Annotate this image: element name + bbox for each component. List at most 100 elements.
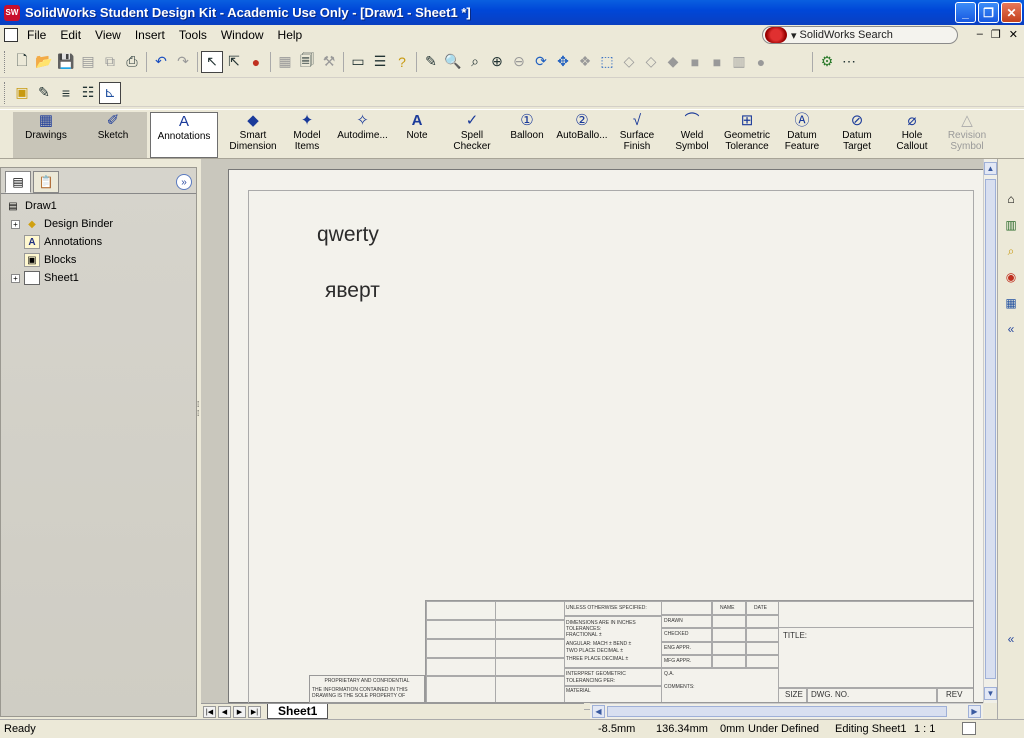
menu-tools[interactable]: Tools [172, 28, 214, 42]
edit-sheet-icon[interactable]: ⊾ [99, 81, 121, 104]
horizontal-scroll-thumb[interactable] [607, 706, 947, 717]
projected-view-icon[interactable]: ✎ [33, 82, 55, 104]
zoom-to-fit-icon[interactable]: 🔍 [442, 51, 464, 73]
realview-icon[interactable]: ● [750, 51, 772, 73]
first-sheet-icon[interactable]: |◀ [203, 705, 216, 718]
doc-close-button[interactable]: ✕ [1009, 28, 1018, 41]
tree-item-blocks[interactable]: ▣ Blocks [5, 251, 196, 269]
feature-manager-tab[interactable]: ▤ [5, 171, 31, 193]
expand-icon[interactable]: + [11, 219, 20, 229]
menu-view[interactable]: View [88, 28, 128, 42]
zoom-selection-icon[interactable]: ⊖ [508, 51, 530, 73]
search-dropdown-icon[interactable]: ▾ [791, 29, 797, 42]
view-orientation-icon[interactable]: ❖ [574, 51, 596, 73]
hole-callout-button[interactable]: ⌀ Hole Callout [892, 112, 932, 158]
hidden-removed-icon[interactable]: ◆ [662, 51, 684, 73]
expand-pane-icon[interactable]: « [1001, 629, 1021, 649]
collapse-pane-icon[interactable]: « [1001, 319, 1021, 339]
scroll-left-icon[interactable]: ◀ [592, 705, 605, 718]
tree-item-sheet1[interactable]: + Sheet1 [5, 269, 196, 287]
line-style-icon[interactable]: ☷ [77, 82, 99, 104]
datum-feature-button[interactable]: Ⓐ Datum Feature [782, 112, 822, 158]
toolbar-more-icon[interactable]: ⋯ [838, 51, 860, 73]
document-icon[interactable] [4, 28, 18, 42]
status-tooltip-icon[interactable] [962, 722, 976, 735]
open-folder-icon[interactable]: 📂 [33, 51, 55, 73]
auto-balloon-button[interactable]: ② AutoBallo... [553, 112, 611, 158]
surface-finish-button[interactable]: √ Surface Finish [617, 112, 657, 158]
line-thickness-icon[interactable]: ≡ [55, 82, 77, 104]
design-library-icon[interactable]: ▥ [1001, 215, 1021, 235]
tab-sketch[interactable]: ✐ Sketch [79, 112, 147, 158]
balloon-button[interactable]: ① Balloon [505, 112, 549, 158]
add-ins-icon[interactable]: ⚙ [816, 51, 838, 73]
scroll-right-icon[interactable]: ▶ [968, 705, 981, 718]
save-icon[interactable]: 💾 [55, 51, 77, 73]
grid-icon[interactable]: ▦ [274, 51, 296, 73]
help-icon[interactable]: ? [391, 51, 413, 73]
minimize-button[interactable]: _ [955, 2, 976, 23]
expand-panel-icon[interactable]: » [176, 174, 192, 190]
view-palette-icon[interactable]: ▭ [347, 51, 369, 73]
note-qwerty[interactable]: qwerty [317, 223, 379, 247]
menu-insert[interactable]: Insert [128, 28, 172, 42]
tab-sheet1[interactable]: Sheet1 [267, 704, 329, 719]
autodimension-button[interactable]: ✧ Autodime... [335, 112, 390, 158]
horizontal-scrollbar[interactable]: ◀ ▶ [590, 703, 983, 719]
doc-restore-button[interactable]: ❐ [991, 28, 1001, 41]
make-assembly-icon[interactable]: ⧉ [99, 51, 121, 73]
last-sheet-icon[interactable]: ▶| [248, 705, 261, 718]
note-cyrillic[interactable]: яверт [325, 279, 380, 303]
zoom-in-out-icon[interactable]: ⊕ [486, 51, 508, 73]
tree-item-design-binder[interactable]: + ◆ Design Binder [5, 215, 196, 233]
model-items-button[interactable]: ✦ Model Items [283, 112, 331, 158]
doc-minimize-button[interactable]: – [977, 28, 983, 41]
solidworks-search[interactable]: ▾ SolidWorks Search [762, 26, 958, 44]
menu-file[interactable]: File [20, 28, 53, 42]
property-manager-tab[interactable]: 📋 [33, 171, 59, 193]
tree-item-annotations[interactable]: A Annotations [5, 233, 196, 251]
search-results-icon[interactable]: ◉ [1001, 267, 1021, 287]
pan-icon[interactable]: ✥ [552, 51, 574, 73]
menu-window[interactable]: Window [214, 28, 271, 42]
note-button[interactable]: A Note [397, 112, 437, 158]
next-sheet-icon[interactable]: ▶ [233, 705, 246, 718]
scroll-up-icon[interactable]: ▲ [984, 162, 997, 175]
print-icon[interactable]: ⎙ [121, 51, 143, 73]
vertical-scrollbar[interactable]: ▲ ▼ [983, 159, 997, 703]
properties-icon[interactable]: ☰ [369, 51, 391, 73]
redo-icon[interactable]: ↷ [172, 51, 194, 73]
vertical-scroll-thumb[interactable] [985, 179, 996, 679]
restore-button[interactable]: ❐ [978, 2, 999, 23]
prev-sheet-icon[interactable]: ◀ [218, 705, 231, 718]
home-icon[interactable]: ⌂ [1001, 189, 1021, 209]
menu-help[interactable]: Help [271, 28, 310, 42]
view-palette-pane-icon[interactable]: ▦ [1001, 293, 1021, 313]
hidden-lines-icon[interactable]: ◇ [640, 51, 662, 73]
datum-target-button[interactable]: ⊘ Datum Target [836, 112, 878, 158]
zoom-area-icon[interactable]: ⌕ [464, 51, 486, 73]
display-style-icon[interactable]: ⬚ [596, 51, 618, 73]
layer-icon[interactable]: 🗐 [296, 51, 318, 73]
tab-drawings[interactable]: ▦ Drawings [13, 112, 79, 158]
shadows-icon[interactable]: ▥ [728, 51, 750, 73]
menu-edit[interactable]: Edit [53, 28, 88, 42]
select-filter-icon[interactable]: ⇱ [223, 51, 245, 73]
rebuild-icon[interactable]: ● [245, 51, 267, 73]
options-icon[interactable]: ✎ [420, 51, 442, 73]
undo-icon[interactable]: ↶ [150, 51, 172, 73]
revision-symbol-button[interactable]: △ Revision Symbol [945, 112, 989, 158]
tab-annotations[interactable]: A Annotations [150, 112, 218, 158]
select-icon[interactable]: ↖ [201, 50, 223, 73]
close-button[interactable]: ✕ [1001, 2, 1022, 23]
spell-checker-button[interactable]: ✓ Spell Checker [448, 112, 496, 158]
scroll-down-icon[interactable]: ▼ [984, 687, 997, 700]
file-explorer-icon[interactable]: ⌕ [1001, 241, 1021, 261]
line-format-icon[interactable]: ⚒ [318, 51, 340, 73]
expand-icon[interactable]: + [11, 273, 20, 283]
smart-dimension-button[interactable]: ◆ Smart Dimension [228, 112, 278, 158]
model-view-icon[interactable]: ▣ [11, 82, 33, 104]
make-drawing-icon[interactable]: ▤ [77, 51, 99, 73]
weld-symbol-button[interactable]: ⌒ Weld Symbol [670, 112, 714, 158]
shaded-edges-icon[interactable]: ■ [684, 51, 706, 73]
